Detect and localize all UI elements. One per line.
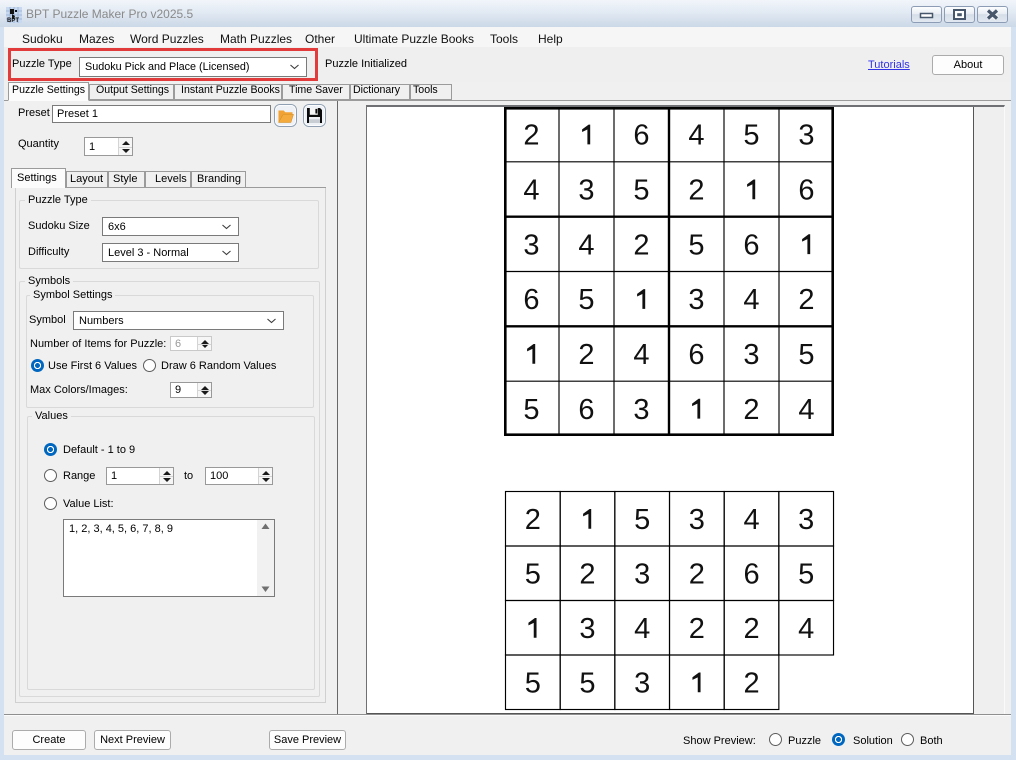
svg-text:3: 3 bbox=[634, 668, 650, 700]
svg-text:4: 4 bbox=[798, 394, 814, 426]
svg-text:3: 3 bbox=[798, 120, 814, 152]
svg-text:2: 2 bbox=[743, 394, 759, 426]
svg-text:2: 2 bbox=[523, 120, 539, 152]
svg-text:2: 2 bbox=[689, 559, 705, 591]
svg-text:4: 4 bbox=[743, 504, 759, 536]
svg-text:2: 2 bbox=[688, 175, 704, 207]
svg-text:4: 4 bbox=[743, 284, 759, 316]
svg-text:2: 2 bbox=[633, 229, 649, 261]
svg-text:4: 4 bbox=[633, 339, 649, 371]
svg-text:3: 3 bbox=[523, 229, 539, 261]
svg-text:5: 5 bbox=[578, 284, 594, 316]
svg-text:5: 5 bbox=[523, 394, 539, 426]
svg-text:5: 5 bbox=[579, 668, 595, 700]
svg-text:6: 6 bbox=[743, 229, 759, 261]
svg-text:6: 6 bbox=[523, 284, 539, 316]
svg-text:3: 3 bbox=[689, 504, 705, 536]
svg-text:2: 2 bbox=[525, 504, 541, 536]
svg-text:3: 3 bbox=[579, 613, 595, 645]
svg-text:6: 6 bbox=[633, 120, 649, 152]
svg-text:6: 6 bbox=[798, 175, 814, 207]
svg-text:5: 5 bbox=[743, 120, 759, 152]
svg-text:2: 2 bbox=[743, 613, 759, 645]
svg-text:4: 4 bbox=[688, 120, 704, 152]
svg-text:2: 2 bbox=[743, 668, 759, 700]
svg-text:3: 3 bbox=[578, 175, 594, 207]
svg-text:5: 5 bbox=[688, 229, 704, 261]
svg-text:BPT: BPT bbox=[7, 18, 19, 23]
svg-text:2: 2 bbox=[689, 613, 705, 645]
svg-text:3: 3 bbox=[634, 559, 650, 591]
svg-text:4: 4 bbox=[578, 229, 594, 261]
svg-text:2: 2 bbox=[798, 284, 814, 316]
svg-text:5: 5 bbox=[525, 668, 541, 700]
svg-text:3: 3 bbox=[688, 284, 704, 316]
svg-text:3: 3 bbox=[633, 394, 649, 426]
svg-text:6: 6 bbox=[743, 559, 759, 591]
svg-text:2: 2 bbox=[578, 339, 594, 371]
svg-text:4: 4 bbox=[523, 175, 539, 207]
svg-text:6: 6 bbox=[688, 339, 704, 371]
svg-text:3: 3 bbox=[798, 504, 814, 536]
svg-text:5: 5 bbox=[798, 559, 814, 591]
svg-text:5: 5 bbox=[798, 339, 814, 371]
svg-text:5: 5 bbox=[634, 504, 650, 536]
svg-text:4: 4 bbox=[634, 613, 650, 645]
svg-text:5: 5 bbox=[633, 175, 649, 207]
svg-text:6: 6 bbox=[578, 394, 594, 426]
svg-text:3: 3 bbox=[743, 339, 759, 371]
svg-text:4: 4 bbox=[798, 613, 814, 645]
svg-text:2: 2 bbox=[579, 559, 595, 591]
svg-text:5: 5 bbox=[525, 559, 541, 591]
